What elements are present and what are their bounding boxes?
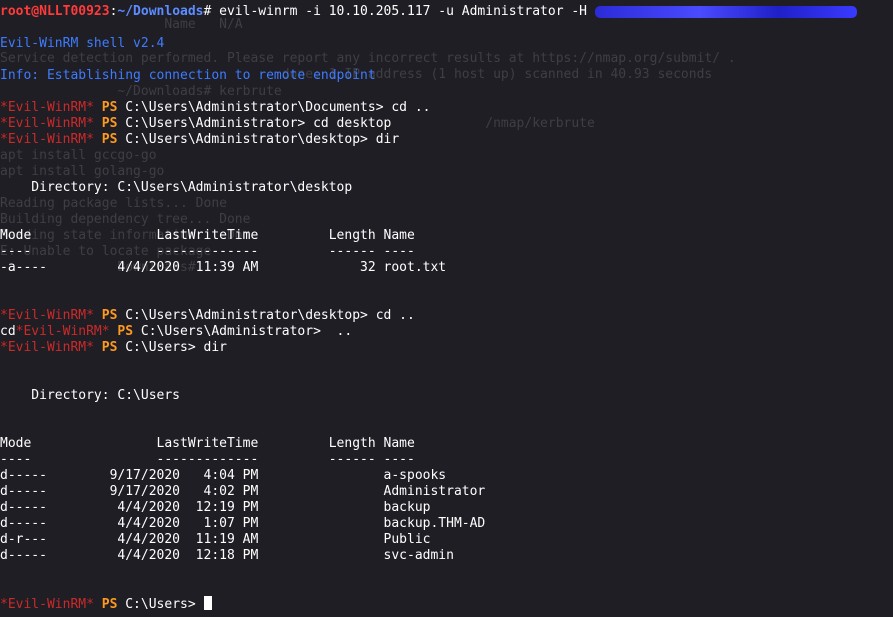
ps-label: PS xyxy=(101,116,118,131)
ps-label: PS xyxy=(101,132,118,147)
listing-row: d----- 4/4/2020 1:07 PM backup.THM-AD xyxy=(0,516,486,531)
evil-winrm-prefix: *Evil-WinRM* xyxy=(0,116,94,131)
command-text: cd .. xyxy=(383,100,431,115)
prompt-hash: # xyxy=(203,4,220,19)
listing-header: Mode LastWriteTime Length Name xyxy=(0,228,415,243)
prompt-path: C:\Users\Administrator\desktop> xyxy=(125,308,368,323)
winrm-prompt-line: *Evil-WinRM* PS C:\Users\Administrator> … xyxy=(0,116,391,132)
prompt-path: ~/Downloads xyxy=(117,4,204,19)
winrm-prompt-line: *Evil-WinRM* PS C:\Users\Administrator\d… xyxy=(0,308,415,324)
listing-row: d----- 9/17/2020 4:04 PM a-spooks xyxy=(0,468,447,483)
listing-row: d-r--- 4/4/2020 11:19 AM Public xyxy=(0,532,431,547)
redacted-hash xyxy=(594,5,857,18)
command-text: .. xyxy=(320,324,353,339)
command-text: cd xyxy=(0,324,16,339)
evil-winrm-prefix: *Evil-WinRM* xyxy=(0,340,94,355)
prompt-path: C:\Users\Administrator\desktop> xyxy=(125,132,368,147)
evil-winrm-prefix: *Evil-WinRM* xyxy=(15,324,110,339)
winrm-prompt-line[interactable]: *Evil-WinRM* PS C:\Users> xyxy=(0,596,212,612)
command-text xyxy=(196,597,204,612)
ps-label: PS xyxy=(101,100,118,115)
text-cursor[interactable] xyxy=(203,596,212,610)
banner-info: Info: Establishing connection to remote … xyxy=(0,68,376,83)
evil-winrm-prefix: *Evil-WinRM* xyxy=(0,132,94,147)
command-text: evil-winrm -i 10.10.205.117 -u Administr… xyxy=(219,4,595,19)
listing-underline: ---- ------------- ------ ---- xyxy=(0,244,415,259)
directory-heading: Directory: C:\Users\Administrator\deskto… xyxy=(0,180,353,195)
winrm-prompt-line: cd*Evil-WinRM* PS C:\Users\Administrator… xyxy=(0,324,352,340)
winrm-prompt-line: *Evil-WinRM* PS C:\Users\Administrator\D… xyxy=(0,100,430,116)
ghost-line: Service detection performed. Please repo… xyxy=(0,51,736,66)
command-text: dir xyxy=(367,132,400,147)
prompt-path: C:\Users\Administrator\Documents> xyxy=(125,100,384,115)
evil-winrm-prefix: *Evil-WinRM* xyxy=(0,597,94,612)
ps-label: PS xyxy=(117,324,134,339)
ps-label: PS xyxy=(101,340,118,355)
terminal-window[interactable]: Name N/A Service detection performed. Pl… xyxy=(0,0,893,617)
command-text: dir xyxy=(195,340,228,355)
prompt-user: root@NLLT00923 xyxy=(0,4,110,19)
banner-version: Evil-WinRM shell v2.4 xyxy=(0,36,165,51)
winrm-prompt-line: *Evil-WinRM* PS C:\Users\Administrator\d… xyxy=(0,132,399,148)
listing-underline: ---- ------------- ------ ---- xyxy=(0,452,415,467)
ghost-line: Building dependency tree... Done xyxy=(0,212,251,227)
directory-heading: Directory: C:\Users xyxy=(0,388,181,403)
root-prompt-line: root@NLLT00923:~/Downloads# evil-winrm -… xyxy=(0,4,857,20)
prompt-path: C:\Users> xyxy=(125,340,196,355)
prompt-path: C:\Users\Administrator> xyxy=(125,116,306,131)
command-text: cd .. xyxy=(367,308,415,323)
listing-header: Mode LastWriteTime Length Name xyxy=(0,436,415,451)
evil-winrm-prefix: *Evil-WinRM* xyxy=(0,100,94,115)
ghost-line: ~/Downloads# kerbrute xyxy=(0,84,282,99)
command-text: cd desktop xyxy=(305,116,392,131)
ghost-line: Reading package lists... Done xyxy=(0,196,227,211)
listing-row: d----- 9/17/2020 4:02 PM Administrator xyxy=(0,484,486,499)
ps-label: PS xyxy=(101,597,118,612)
evil-winrm-prefix: *Evil-WinRM* xyxy=(0,308,94,323)
prompt-path: C:\Users\Administrator> xyxy=(140,324,321,339)
ps-label: PS xyxy=(101,308,118,323)
listing-row: d----- 4/4/2020 12:18 PM svc-admin xyxy=(0,548,454,563)
ghost-line: apt install gccgo-go xyxy=(0,148,157,163)
ghost-line: apt install golang-go xyxy=(0,164,165,179)
listing-row: d----- 4/4/2020 12:19 PM backup xyxy=(0,500,431,515)
listing-row: -a---- 4/4/2020 11:39 AM 32 root.txt xyxy=(0,260,447,275)
prompt-path: C:\Users> xyxy=(125,597,196,612)
winrm-prompt-line: *Evil-WinRM* PS C:\Users> dir xyxy=(0,340,227,356)
